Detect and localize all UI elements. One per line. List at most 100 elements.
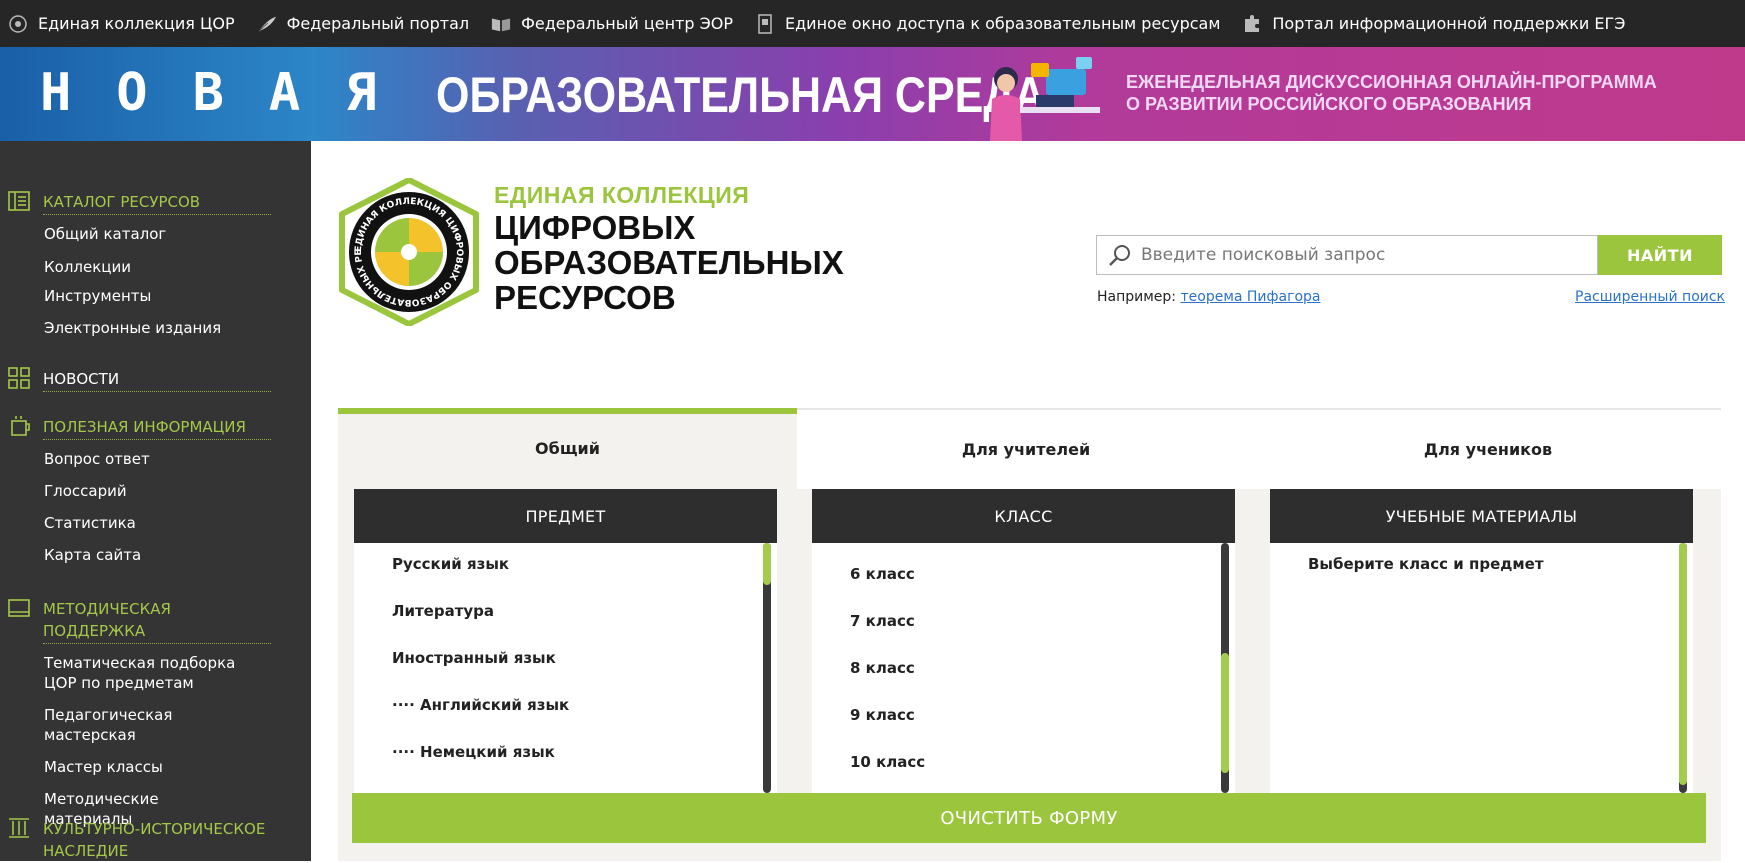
brand-line1: ЕДИНАЯ КОЛЛЕКЦИЯ xyxy=(494,182,750,208)
tablet-icon xyxy=(8,599,30,617)
list-item[interactable]: Литература xyxy=(392,602,494,620)
sidebar-section-catalog: КАТАЛОГ РЕСУРСОВ Общий каталог Коллекции… xyxy=(0,191,311,338)
sidebar-heading-news[interactable]: НОВОСТИ xyxy=(0,367,311,392)
topnav-label: Федеральный центр ЭОР xyxy=(521,14,733,33)
topnav-label: Федеральный портал xyxy=(286,14,470,33)
banner-subtitle-line2: О РАЗВИТИИ РОССИЙСКОГО ОБРАЗОВАНИЯ xyxy=(1126,94,1532,114)
cup-icon xyxy=(11,416,30,436)
sidebar-section-method: МЕТОДИЧЕСКАЯ ПОДДЕРЖКА Тематическая подб… xyxy=(0,598,311,829)
list-item[interactable]: 6 класс xyxy=(850,565,915,583)
sidebar-heading-catalog[interactable]: КАТАЛОГ РЕСУРСОВ xyxy=(0,191,311,215)
disc-icon xyxy=(8,14,28,34)
banner-subtitle: ЕЖЕНЕДЕЛЬНАЯ ДИСКУССИОННАЯ ОНЛАЙН-ПРОГРА… xyxy=(1126,71,1657,115)
scrollbar-thumb[interactable] xyxy=(1221,653,1229,773)
grid-icon xyxy=(8,367,30,389)
list-item[interactable]: Русский язык xyxy=(392,555,509,573)
sidebar-item-workshop[interactable]: Педагогическая мастерская xyxy=(0,705,311,745)
sidebar-heading-label: НОВОСТИ xyxy=(43,368,271,392)
sidebar-section-useful: ПОЛЕЗНАЯ ИНФОРМАЦИЯ Вопрос ответ Глоссар… xyxy=(0,416,311,565)
materials-scrollbar[interactable] xyxy=(1679,543,1687,793)
brand-title: ЦИФРОВЫХ ОБРАЗОВАТЕЛЬНЫХ РЕСУРСОВ xyxy=(494,210,844,315)
topnav-link-single-window[interactable]: Единое окно доступа к образовательным ре… xyxy=(755,13,1221,34)
search-icon xyxy=(1109,245,1130,266)
sidebar-section-news: НОВОСТИ xyxy=(0,367,311,392)
scrollbar-thumb[interactable] xyxy=(1679,543,1687,785)
sidebar-item-e-editions[interactable]: Электронные издания xyxy=(0,318,311,338)
subject-column: ПРЕДМЕТ Русский язык Литература Иностран… xyxy=(354,489,777,793)
topnav-link-cor[interactable]: Единая коллекция ЦОР xyxy=(8,14,235,34)
example-link[interactable]: теорема Пифагора xyxy=(1180,289,1320,305)
sidebar-item-sitemap[interactable]: Карта сайта xyxy=(0,545,311,565)
list-item[interactable]: 10 класс xyxy=(850,753,925,771)
sidebar-heading-label: КАТАЛОГ РЕСУРСОВ xyxy=(43,191,271,215)
brand-line2: ЦИФРОВЫХ xyxy=(494,209,696,246)
grade-column-header: КЛАСС xyxy=(812,489,1235,543)
sidebar-item-statistics[interactable]: Статистика xyxy=(0,513,311,533)
tab-students[interactable]: Для учеников xyxy=(1255,408,1721,489)
grade-scrollbar[interactable] xyxy=(1221,543,1229,793)
window-icon xyxy=(755,13,775,34)
clear-form-button[interactable]: ОЧИСТИТЬ ФОРМУ xyxy=(352,793,1706,843)
subject-scrollbar[interactable] xyxy=(763,543,771,793)
subject-list: Русский язык Литература Иностранный язык… xyxy=(354,543,777,793)
list-item: Выберите класс и предмет xyxy=(1308,555,1544,573)
subject-column-header: ПРЕДМЕТ xyxy=(354,489,777,543)
grade-column: КЛАСС 6 класс 7 класс 8 класс 9 класс 10… xyxy=(812,489,1235,793)
sidebar-heading-culture[interactable]: КУЛЬТУРНО-ИСТОРИЧЕСКОЕ НАСЛЕДИЕ xyxy=(0,818,311,863)
example-prefix: Например: xyxy=(1097,289,1177,305)
grade-list: 6 класс 7 класс 8 класс 9 класс 10 класс xyxy=(812,543,1235,793)
feather-icon xyxy=(257,14,277,34)
scrollbar-thumb[interactable] xyxy=(763,543,771,585)
banner-title: ОБРАЗОВАТЕЛЬНАЯ СРЕДА xyxy=(436,67,1046,123)
sidebar-item-faq[interactable]: Вопрос ответ xyxy=(0,449,311,469)
advanced-search-link[interactable]: Расширенный поиск xyxy=(1575,289,1725,305)
sidebar-heading-label: КУЛЬТУРНО-ИСТОРИЧЕСКОЕ НАСЛЕДИЕ xyxy=(43,820,266,860)
topnav-label: Единая коллекция ЦОР xyxy=(38,14,235,33)
topnav-link-federal-portal[interactable]: Федеральный портал xyxy=(257,14,469,34)
sidebar-item-thematic[interactable]: Тематическая подборка ЦОР по предметам xyxy=(0,653,311,693)
sidebar-heading-useful[interactable]: ПОЛЕЗНАЯ ИНФОРМАЦИЯ xyxy=(0,416,311,440)
topnav-label: Единое окно доступа к образовательным ре… xyxy=(785,14,1221,33)
list-item[interactable]: 8 класс xyxy=(850,659,915,677)
sidebar-item-glossary[interactable]: Глоссарий xyxy=(0,481,311,501)
sidebar-section-culture: КУЛЬТУРНО-ИСТОРИЧЕСКОЕ НАСЛЕДИЕ xyxy=(0,818,311,863)
list-item[interactable]: 7 класс xyxy=(850,612,915,630)
list-item[interactable]: ···· Английский язык xyxy=(392,696,569,714)
tab-general[interactable]: Общий xyxy=(338,408,797,489)
person-at-laptop-illustration xyxy=(990,57,1100,141)
materials-list: Выберите класс и предмет xyxy=(1270,543,1693,793)
search-input[interactable] xyxy=(1141,245,1581,265)
puzzle-icon xyxy=(1242,14,1262,34)
list-item[interactable]: 9 класс xyxy=(850,706,915,724)
sidebar-heading-label: ПОЛЕЗНАЯ ИНФОРМАЦИЯ xyxy=(43,416,271,440)
materials-column: УЧЕБНЫЕ МАТЕРИАЛЫ Выберите класс и предм… xyxy=(1270,489,1693,793)
brand-line3: ОБРАЗОВАТЕЛЬНЫХ xyxy=(494,244,844,281)
list-item[interactable]: Иностранный язык xyxy=(392,649,556,667)
sidebar-item-tools[interactable]: Инструменты xyxy=(0,286,311,306)
sidebar-item-collections[interactable]: Коллекции xyxy=(0,257,311,277)
sidebar-heading-label: МЕТОДИЧЕСКАЯ ПОДДЕРЖКА xyxy=(43,598,271,644)
sidebar-item-master-classes[interactable]: Мастер классы xyxy=(0,757,311,777)
sidebar: КАТАЛОГ РЕСУРСОВ Общий каталог Коллекции… xyxy=(0,141,311,861)
banner-word: НОВАЯ xyxy=(40,63,422,123)
topnav-link-ege-portal[interactable]: Портал информационной поддержки ЕГЭ xyxy=(1242,14,1625,34)
book-icon xyxy=(491,14,511,34)
search-box xyxy=(1096,235,1598,275)
promo-banner[interactable]: НОВАЯ ОБРАЗОВАТЕЛЬНАЯ СРЕДА ЕЖЕНЕДЕЛЬНАЯ… xyxy=(0,47,1745,141)
sidebar-heading-method[interactable]: МЕТОДИЧЕСКАЯ ПОДДЕРЖКА xyxy=(0,598,311,644)
columns-icon xyxy=(9,818,29,838)
banner-subtitle-line1: ЕЖЕНЕДЕЛЬНАЯ ДИСКУССИОННАЯ ОНЛАЙН-ПРОГРА… xyxy=(1126,72,1657,92)
tab-teachers[interactable]: Для учителей xyxy=(797,408,1255,489)
catalog-tabs: Общий Для учителей Для учеников xyxy=(338,408,1721,489)
topnav-label: Портал информационной поддержки ЕГЭ xyxy=(1272,14,1626,33)
brand-line4: РЕСУРСОВ xyxy=(494,279,676,316)
search-example: Например: теорема Пифагора xyxy=(1097,289,1320,305)
search-button[interactable]: НАЙТИ xyxy=(1598,235,1722,275)
sidebar-item-general-catalog[interactable]: Общий каталог xyxy=(0,224,311,244)
catalog-icon xyxy=(8,191,30,211)
materials-column-header: УЧЕБНЫЕ МАТЕРИАЛЫ xyxy=(1270,489,1693,543)
list-item[interactable]: ···· Немецкий язык xyxy=(392,743,555,761)
topnav-link-eor-center[interactable]: Федеральный центр ЭОР xyxy=(491,14,733,34)
top-navigation-bar: Единая коллекция ЦОР Федеральный портал … xyxy=(0,0,1745,47)
collection-seal-logo[interactable]: ЕДИНАЯ КОЛЛЕКЦИЯ ЦИФРОВЫХ ОБРАЗОВАТЕЛЬНЫ… xyxy=(336,178,482,326)
